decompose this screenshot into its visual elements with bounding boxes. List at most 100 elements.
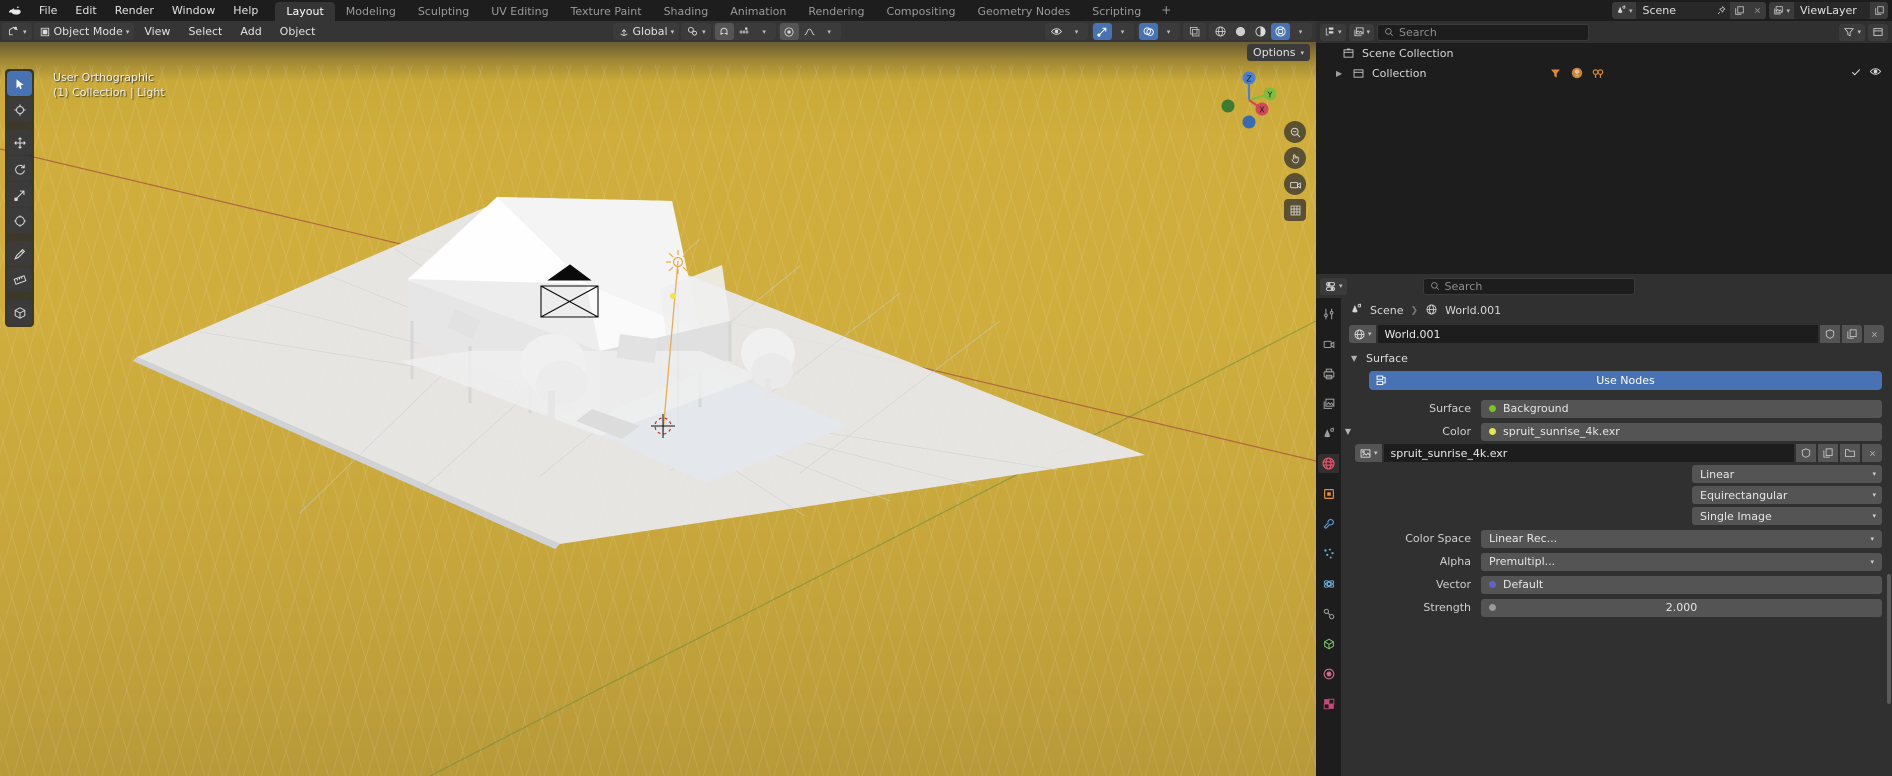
vector-value-button[interactable]: Default [1481,575,1882,594]
properties-scrollbar[interactable] [1887,574,1891,704]
image-name-field[interactable]: spruit_sunrise_4k.exr [1383,444,1794,462]
scene-name[interactable]: Scene [1636,2,1712,19]
chevron-down-icon[interactable]: ▼ [1341,427,1355,436]
add-workspace-button[interactable]: + [1152,0,1180,21]
viewport-menu-object[interactable]: Object [272,21,324,42]
funnel-icon[interactable]: ▾ [1839,23,1865,41]
duplicate-icon[interactable] [1818,444,1838,462]
world-name-field[interactable]: World.001 [1377,325,1818,343]
folder-icon[interactable] [1840,444,1860,462]
chevron-down-icon[interactable]: ▼ [1351,354,1360,363]
tab-texture-paint[interactable]: Texture Paint [560,2,653,21]
tab-texture[interactable] [1318,694,1339,713]
navigation-gizmo[interactable]: Z Y X [1218,69,1280,131]
tab-scene[interactable] [1318,424,1339,443]
checkbox-checked-icon[interactable] [1850,66,1862,81]
use-nodes-button[interactable]: Use Nodes [1369,371,1882,390]
shield-icon[interactable] [1796,444,1816,462]
viewport-menu-add[interactable]: Add [232,21,269,42]
annotate-tool[interactable] [7,241,32,266]
outliner-editor[interactable]: ▾ ▾ Search ▾ Scene Collection ▶ Collecti… [1316,21,1892,274]
tab-modifiers[interactable] [1318,514,1339,533]
editor-type-button[interactable]: ▾ [2,23,32,40]
move-tool[interactable] [7,130,32,155]
toggle-ortho-button[interactable] [1284,199,1306,221]
image-source-select[interactable]: Single Image ▾ [1692,507,1882,525]
magnet-icon[interactable] [714,23,734,40]
camera-view-button[interactable] [1284,173,1306,195]
tab-data[interactable] [1318,634,1339,653]
x-icon[interactable] [1862,444,1882,462]
scene-selector[interactable]: ▾ Scene [1611,2,1767,19]
outliner-row-scene-collection[interactable]: Scene Collection [1316,43,1892,63]
pin-icon[interactable] [1712,2,1730,19]
menu-edit[interactable]: Edit [66,0,105,21]
chevron-down-icon[interactable]: ▾ [1291,23,1310,40]
wireframe-shading-icon[interactable] [1211,23,1230,40]
cursor-tool[interactable] [7,97,32,122]
duplicate-icon[interactable] [1842,325,1862,343]
world-browse-icon[interactable]: ▾ [1349,325,1376,343]
viewport-menu-view[interactable]: View [136,21,178,42]
tab-constraints[interactable] [1318,604,1339,623]
chevron-down-icon[interactable]: ▾ [820,23,839,40]
snap-increment-icon[interactable] [735,23,754,40]
show-gizmo-icon[interactable] [1047,23,1066,40]
alpha-select[interactable]: Premultipl... ▾ [1481,552,1882,571]
tab-compositing[interactable]: Compositing [876,2,967,21]
menu-window[interactable]: Window [163,0,224,21]
tab-scripting[interactable]: Scripting [1081,2,1152,21]
duplicate-icon[interactable] [1870,2,1888,19]
x-icon[interactable] [1748,2,1767,19]
material-preview-shading-icon[interactable] [1251,23,1270,40]
viewlayer-selector[interactable]: ▾ ViewLayer [1769,2,1888,19]
xray-toggle-icon[interactable] [1185,23,1204,40]
overlays-icon[interactable] [1139,23,1158,40]
tab-output[interactable] [1318,364,1339,383]
color-value-button[interactable]: spruit_sunrise_4k.exr [1481,422,1882,441]
pivot-point-selector[interactable]: ▾ [681,23,711,40]
tab-modeling[interactable]: Modeling [335,2,407,21]
outliner-row-collection[interactable]: ▶ Collection [1316,63,1892,83]
add-cube-tool[interactable] [7,300,32,325]
tab-render[interactable] [1318,334,1339,353]
blender-logo-icon[interactable] [0,3,30,19]
zoom-nav-button[interactable] [1284,121,1306,143]
3d-viewport[interactable]: ▾ Object Mode ▾ View Select Add Object G… [0,21,1316,776]
tab-rendering[interactable]: Rendering [797,2,875,21]
light-icon[interactable] [1569,66,1584,80]
measure-tool[interactable] [7,267,32,292]
rendered-shading-icon[interactable] [1271,23,1290,40]
interpolation-select[interactable]: Linear ▾ [1692,465,1882,483]
tab-material[interactable] [1318,664,1339,683]
image-browse-icon[interactable]: ▾ [1355,444,1382,462]
tab-physics[interactable] [1318,574,1339,593]
tweak-select-tool[interactable] [7,71,32,96]
new-collection-icon[interactable] [1868,23,1888,41]
breadcrumb-world-label[interactable]: World.001 [1445,304,1501,317]
smooth-falloff-icon[interactable] [800,23,819,40]
transform-orientation-selector[interactable]: Global ▾ [612,23,680,40]
tab-geometry-nodes[interactable]: Geometry Nodes [966,2,1081,21]
shield-icon[interactable] [1820,325,1840,343]
strength-value-field[interactable]: 2.000 [1481,598,1882,617]
tab-view-layer[interactable] [1318,394,1339,413]
outliner-search-input[interactable]: Search [1377,23,1590,41]
transform-tool[interactable] [7,208,32,233]
breadcrumb-scene-label[interactable]: Scene [1370,304,1404,317]
chevron-down-icon[interactable]: ▾ [1113,23,1132,40]
projection-select[interactable]: Equirectangular ▾ [1692,486,1882,504]
mesh-filter-icon[interactable] [1548,67,1563,80]
chevron-down-icon[interactable]: ▾ [1067,23,1086,40]
chevron-down-icon[interactable]: ▾ [1159,23,1178,40]
color-space-select[interactable]: Linear Rec... ▾ [1481,529,1882,548]
viewlayer-icon[interactable]: ▾ [1769,2,1794,19]
viewport-menu-select[interactable]: Select [180,21,230,42]
tab-layout[interactable]: Layout [275,2,335,21]
tab-shading[interactable]: Shading [653,2,720,21]
chevron-right-icon[interactable]: ▶ [1336,69,1345,78]
surface-value-button[interactable]: Background [1481,399,1882,418]
tab-object[interactable] [1318,484,1339,503]
camera-icon[interactable] [1590,66,1605,80]
properties-search-input[interactable]: Search [1422,277,1635,295]
